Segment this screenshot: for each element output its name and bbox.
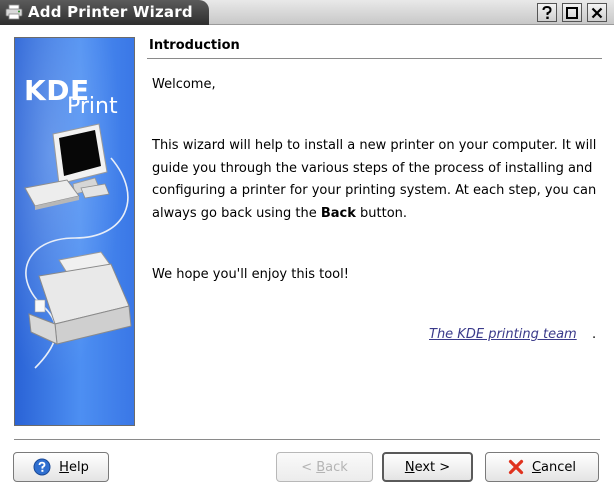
cancel-label: Cancel (531, 459, 577, 475)
team-link-period: . (592, 327, 597, 342)
window-title: Add Printer Wizard (28, 3, 193, 21)
title-divider (147, 58, 602, 59)
help-circle-icon (33, 458, 51, 476)
kde-printing-team-link[interactable]: The KDE printing team (429, 327, 577, 342)
cancel-button[interactable]: Cancel (485, 452, 599, 482)
button-divider (14, 439, 600, 440)
intro-text-bold: Back (320, 205, 356, 221)
close-icon (591, 7, 603, 18)
question-mark-icon (542, 5, 552, 19)
enjoy-text: We hope you'll enjoy this tool! (152, 267, 349, 282)
welcome-text: Welcome, (152, 77, 216, 92)
title-bar[interactable]: Add Printer Wizard (0, 0, 614, 25)
kde-print-banner: KDE Print (14, 37, 135, 426)
back-label: < Back (301, 459, 348, 475)
title-tab: Add Printer Wizard (0, 0, 209, 25)
intro-text-end: button. (355, 205, 408, 221)
back-button[interactable]: < Back (276, 452, 373, 482)
help-label: Help (59, 459, 89, 475)
page-title: Introduction (149, 38, 240, 53)
printer-app-icon (5, 4, 23, 20)
next-label: Next > (404, 459, 451, 475)
maximize-button[interactable] (562, 3, 582, 22)
print-logo-text: Print (67, 94, 118, 119)
help-button[interactable]: Help (13, 452, 109, 482)
intro-paragraph: This wizard will help to install a new p… (152, 135, 602, 225)
maximize-icon (566, 6, 578, 19)
help-question-button[interactable] (537, 3, 557, 22)
cancel-x-icon (508, 459, 524, 475)
close-button[interactable] (587, 3, 607, 22)
next-button[interactable]: Next > (382, 452, 473, 482)
